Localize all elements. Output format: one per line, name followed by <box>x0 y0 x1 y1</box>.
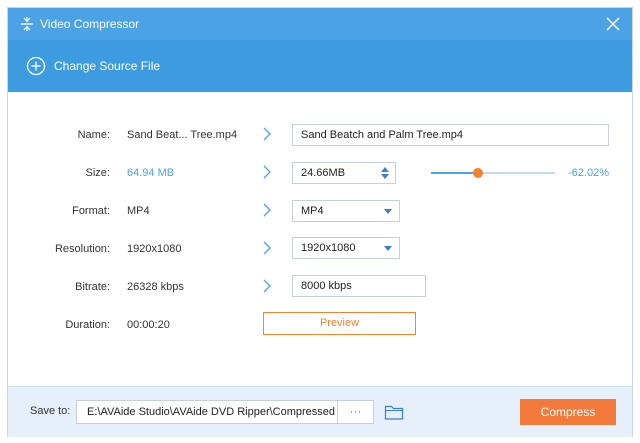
size-slider-fill <box>431 172 479 174</box>
bitrate-label: Bitrate: <box>75 281 110 293</box>
size-value: 24.66MB <box>301 167 346 179</box>
name-input[interactable]: Sand Beatch and Palm Tree.mp4 <box>292 124 609 146</box>
size-stepper[interactable]: 24.66MB <box>292 162 396 184</box>
duration-label: Duration: <box>65 319 110 331</box>
size-slider[interactable] <box>431 168 555 178</box>
format-original: MP4 <box>127 205 150 217</box>
size-original: 64.94 MB <box>127 167 175 179</box>
title-bar: Video Compressor <box>8 8 632 40</box>
chevron-right-icon <box>263 279 271 293</box>
bitrate-input[interactable]: 8000 kbps <box>292 275 426 297</box>
change-source-label: Change Source File <box>54 59 161 73</box>
name-original: Sand Beat... Tree.mp4 <box>127 129 238 141</box>
footer-bar: Save to: E:\AVAide Studio\AVAide DVD Rip… <box>8 386 632 437</box>
chevron-right-icon <box>263 165 271 179</box>
duration-value: 00:00:20 <box>127 319 170 331</box>
browse-button[interactable]: ··· <box>337 400 374 424</box>
add-circle-icon <box>26 56 46 76</box>
name-label: Name: <box>77 129 110 141</box>
format-selected: MP4 <box>301 205 324 217</box>
source-toolbar: Change Source File <box>8 40 632 92</box>
chevron-right-icon <box>263 203 271 217</box>
chevron-right-icon <box>263 127 271 141</box>
chevron-right-icon <box>263 241 271 255</box>
increment-icon[interactable] <box>381 167 389 172</box>
preview-button[interactable]: Preview <box>263 312 416 335</box>
resolution-select[interactable]: 1920x1080 <box>292 237 400 259</box>
size-percent: -62.02% <box>568 167 609 179</box>
format-label: Format: <box>72 205 110 217</box>
bitrate-original: 26328 kbps <box>127 281 184 293</box>
dropdown-arrow-icon <box>384 246 392 251</box>
compress-button[interactable]: Compress <box>520 399 616 425</box>
dropdown-arrow-icon <box>384 209 392 214</box>
size-label: Size: <box>85 167 110 179</box>
save-to-label: Save to: <box>30 405 71 417</box>
window-title: Video Compressor <box>40 17 140 31</box>
compress-icon <box>21 17 33 31</box>
close-icon[interactable] <box>604 15 622 33</box>
video-compressor-window: Video Compressor Change Source File Name… <box>8 8 632 437</box>
size-slider-thumb[interactable] <box>473 168 484 178</box>
format-select[interactable]: MP4 <box>292 200 400 222</box>
folder-icon[interactable] <box>384 403 404 421</box>
resolution-original: 1920x1080 <box>127 243 182 255</box>
resolution-selected: 1920x1080 <box>301 242 356 254</box>
save-path-field[interactable]: E:\AVAide Studio\AVAide DVD Ripper\Compr… <box>76 400 374 424</box>
decrement-icon[interactable] <box>381 174 389 179</box>
change-source-button[interactable]: Change Source File <box>26 56 160 76</box>
resolution-label: Resolution: <box>54 243 110 255</box>
